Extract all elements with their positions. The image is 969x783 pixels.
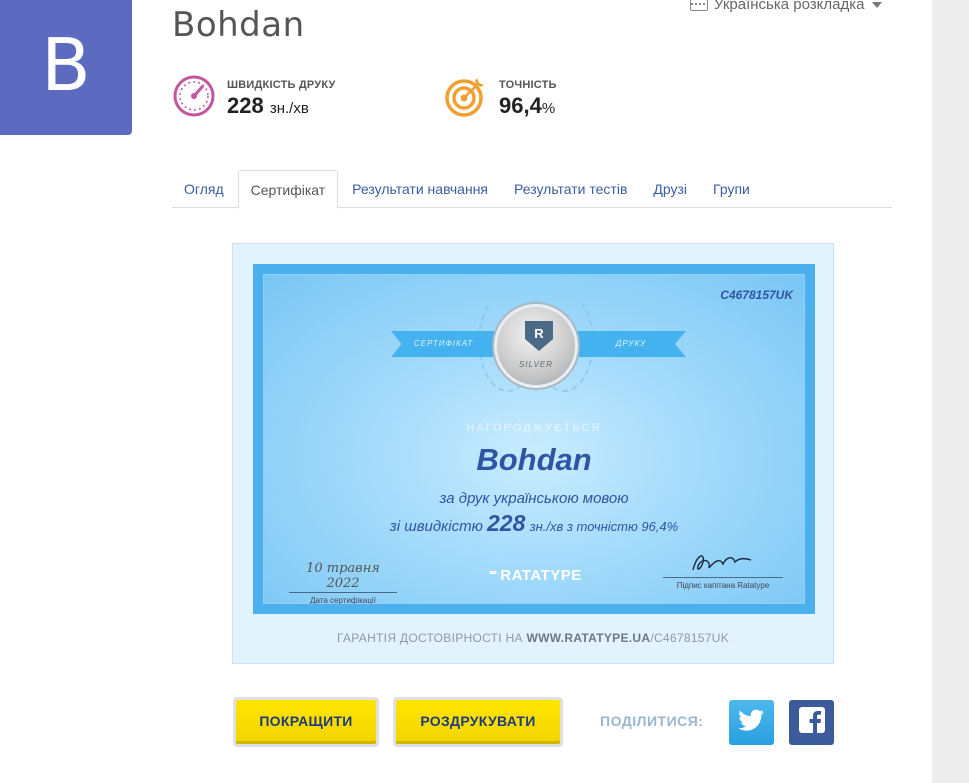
improve-button[interactable]: ПОКРАЩИТИ [233,697,379,747]
avatar-letter: B [41,22,91,107]
profile-tabs: Огляд Сертифікат Результати навчання Рез… [172,170,892,209]
signature-caption: Підпис капітана Ratatype [676,581,770,590]
facebook-share-button[interactable] [789,700,834,745]
facebook-icon [798,707,825,738]
silver-medal-icon: R SILVER [494,304,578,388]
print-button[interactable]: РОЗДРУКУВАТИ [393,697,563,747]
ratatype-logo-text: RATATYPE [500,567,582,584]
accuracy-value-row: 96,4% [499,93,557,119]
avatar: B [0,0,132,135]
keyboard-layout-dropdown[interactable]: Українська розкладка [690,0,883,13]
page-gutter [932,0,969,783]
accuracy-label: ТОЧНІСТЬ [499,78,557,91]
guarantee-suffix: /C4678157UK [650,631,730,645]
certificate-name: Bohdan [476,442,592,477]
certificate-signature-block: Підпис капітана Ratatype [663,554,783,590]
certificate-language-line: за друк українською мовою [439,490,629,507]
keyboard-icon [690,0,708,11]
certificate-id: C4678157UK [720,288,793,302]
certificate: C4678157UK СЕРТИФІКАТ ДРУКУ R SILVER НАГ… [253,264,815,614]
guarantee-line: ГАРАНТІЯ ДОСТОВІРНОСТІ НА WWW.RATATYPE.U… [233,631,833,645]
speed-label: ШВИДКІСТЬ ДРУКУ [227,78,336,91]
profile-page: B Bohdan Українська розкладка ШВИДКІСТЬ … [0,0,969,783]
signature-icon [663,554,783,578]
ratatype-logo-mark-icon: ⁼ [489,567,498,584]
medal-level: SILVER [518,360,553,369]
twitter-icon [737,709,765,736]
tab-groups[interactable]: Групи [701,170,762,208]
tab-training-results[interactable]: Результати навчання [340,170,500,208]
username-title: Bohdan [172,5,305,45]
certificate-frame: C4678157UK СЕРТИФІКАТ ДРУКУ R SILVER НАГ… [232,243,834,664]
speed-value-row: 228 зн./хв [227,93,336,119]
tab-certificate[interactable]: Сертифікат [237,170,339,209]
speed-prefix: зі швидкістю [389,518,483,535]
accuracy-stat: ТОЧНІСТЬ 96,4% [444,74,557,123]
print-button-label: РОЗДРУКУВАТИ [396,700,560,744]
keyboard-layout-label: Українська розкладка [714,0,865,13]
tab-test-results[interactable]: Результати тестів [502,170,639,208]
speed-suffix: зн./хв з точністю 96,4% [529,519,679,534]
share-label: ПОДІЛИТИСЯ: [600,713,704,729]
guarantee-prefix: ГАРАНТІЯ ДОСТОВІРНОСТІ НА [336,631,523,645]
speed-value: 228 [227,92,264,118]
ribbon-right: ДРУКУ [576,331,686,357]
tab-overview[interactable]: Огляд [172,170,236,208]
twitter-share-button[interactable] [729,700,774,745]
awarded-caption: НАГОРОДЖУЄТЬСЯ [466,422,602,434]
speedometer-icon [172,74,216,123]
speed-unit: зн./хв [269,99,309,117]
certificate-speed: 228 [487,510,526,536]
accuracy-unit: % [541,99,556,117]
certificate-date-caption: Дата сертифікації [310,596,376,605]
guarantee-site-link[interactable]: WWW.RATATYPE.UA [527,631,651,645]
tab-friends[interactable]: Друзі [641,170,699,208]
ribbon-left: СЕРТИФІКАТ [391,331,496,357]
caret-down-icon [872,1,883,8]
medal-shield: R [525,321,553,351]
certificate-speed-line: зі швидкістю 228 зн./хв з точністю 96,4% [263,510,805,537]
target-icon [444,74,488,123]
accuracy-value: 96,4 [499,92,542,118]
speed-stat: ШВИДКІСТЬ ДРУКУ 228 зн./хв [172,74,336,123]
improve-button-label: ПОКРАЩИТИ [236,700,376,744]
